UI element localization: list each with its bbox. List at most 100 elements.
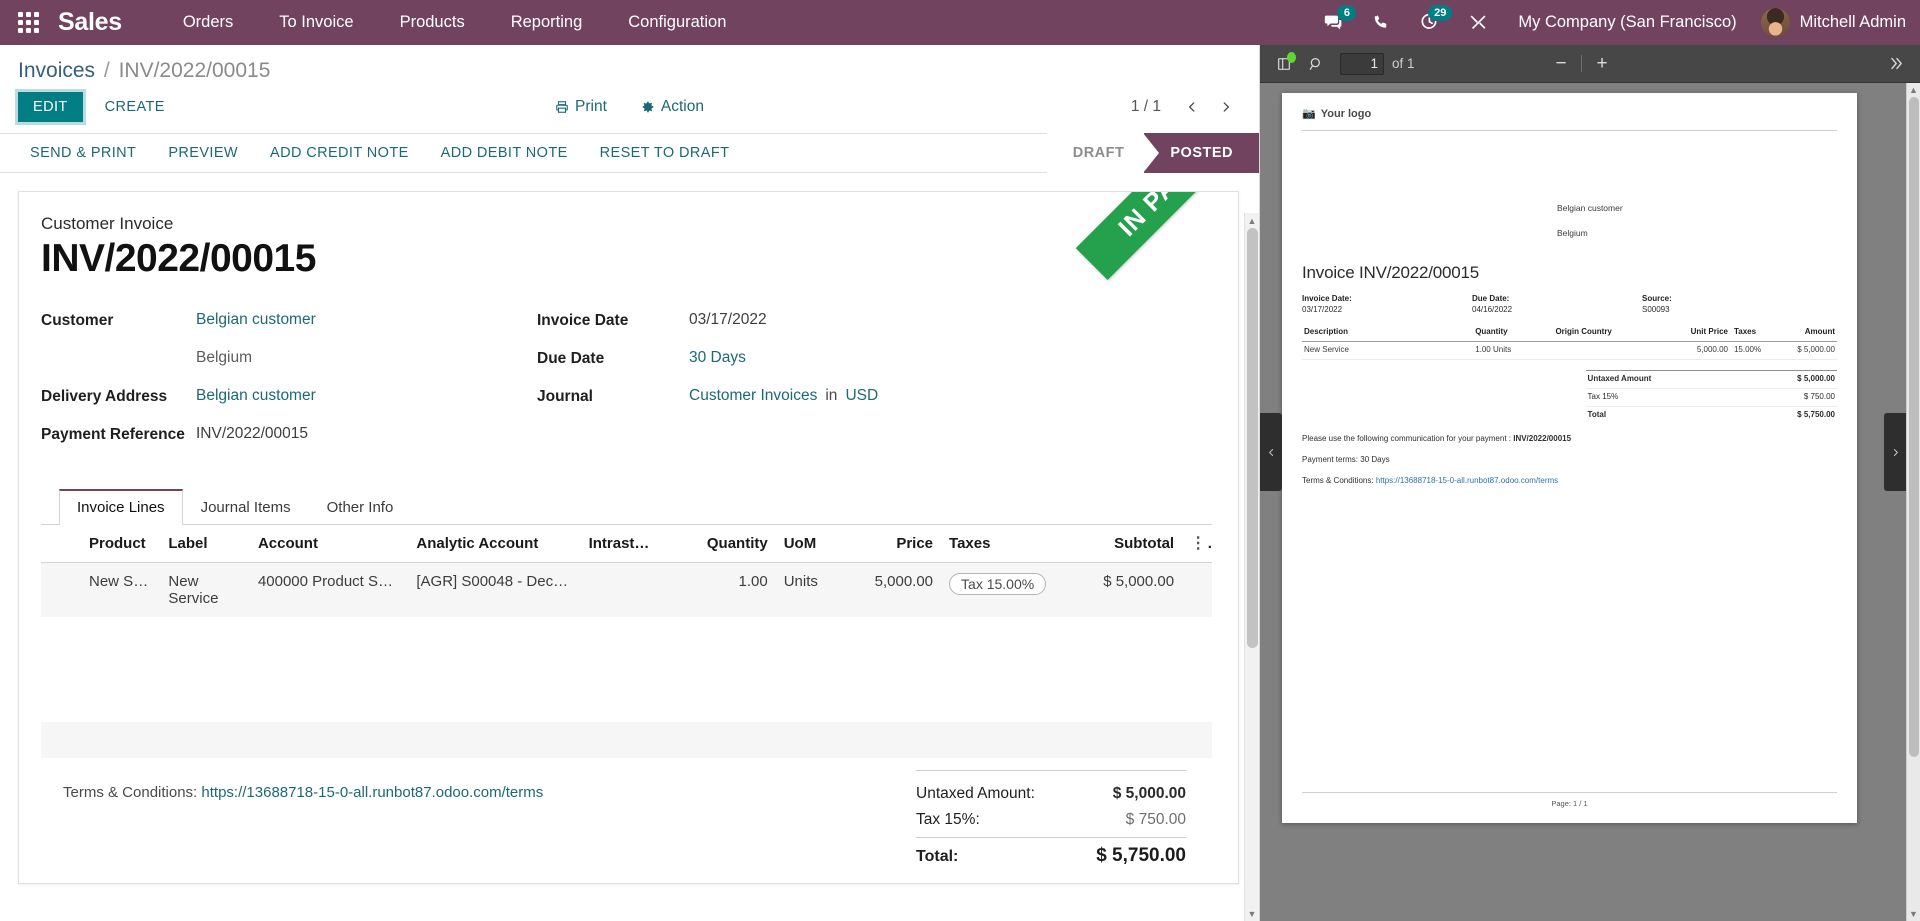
column-header-quantity[interactable]: Quantity [686,524,776,563]
cell-product[interactable]: New Service [41,562,161,617]
cell-price[interactable]: 5,000.00 [851,562,942,617]
cell-uom[interactable]: Units [775,562,852,617]
magnifier-icon[interactable] [1300,49,1332,79]
column-header-analytic-account[interactable]: Analytic Account [408,524,581,563]
lines-empty-area[interactable] [41,616,1212,722]
messages-icon[interactable]: 6 [1309,0,1358,45]
stage-posted[interactable]: POSTED [1143,133,1259,173]
app-brand-sales[interactable]: Sales [58,8,122,37]
notebook-tabs: Invoice Lines Journal Items Other Info [41,488,1212,525]
company-switcher[interactable]: My Company (San Francisco) [1502,13,1752,32]
pdf-scroll-down-arrow-icon[interactable]: ▼ [1907,907,1920,921]
cell-account[interactable]: 400000 Product Sales [249,562,409,617]
field-row-journal: Journal Customer Invoices in USD [537,387,1007,409]
add-credit-note-button[interactable]: ADD CREDIT NOTE [258,138,421,168]
pdf-column-description: Description [1302,324,1474,343]
breadcrumb-invoices[interactable]: Invoices [18,59,95,82]
pdf-toolbar: of 1 − + [1260,45,1920,83]
pager-previous-button[interactable] [1177,92,1207,122]
field-value-currency[interactable]: USD [845,387,878,405]
field-value-due-date[interactable]: 30 Days [689,349,746,367]
pager-next-button[interactable] [1211,92,1241,122]
create-button[interactable]: CREATE [91,93,179,121]
reset-to-draft-button[interactable]: RESET TO DRAFT [588,138,742,168]
field-label-due-date: Due Date [537,349,605,367]
tab-journal-items[interactable]: Journal Items [183,489,309,525]
pdf-vertical-scrollbar[interactable]: ▲ ▼ [1906,83,1920,921]
column-header-label[interactable]: Label [160,524,250,563]
zoom-out-button[interactable]: − [1546,50,1576,78]
pdf-lines-body: New Service 1.00 Units 5,000.00 15.00% $… [1302,341,1837,360]
pdf-meta-label-invoice-date: Invoice Date: [1302,293,1352,303]
send-and-print-button[interactable]: SEND & PRINT [18,138,148,168]
column-header-intrastat[interactable]: Intrast… [580,524,687,563]
pdf-scrollbar-thumb[interactable] [1909,97,1919,757]
menu-item-orders[interactable]: Orders [160,0,256,45]
invoice-lines-table: Product Label Account Analytic Account I… [41,524,1212,617]
pdf-meta-value-source: S00093 [1642,304,1670,314]
tax-badge[interactable]: Tax 15.00% [949,572,1047,595]
double-chevron-right-icon[interactable] [1880,49,1912,79]
activities-clock-icon[interactable]: 29 [1405,0,1454,45]
pdf-page-number-input[interactable] [1340,52,1384,75]
kebab-menu-icon[interactable]: ⋮ [1190,535,1212,552]
debug-tools-icon[interactable] [1454,0,1502,45]
field-value-customer[interactable]: Belgian customer [196,311,316,329]
menu-item-to-invoice[interactable]: To Invoice [256,0,376,45]
zoom-in-button[interactable]: + [1587,50,1617,78]
user-menu[interactable]: Mitchell Admin [1753,8,1906,37]
pdf-scroll-up-arrow-icon[interactable]: ▲ [1907,83,1920,97]
column-header-taxes[interactable]: Taxes [941,524,1077,563]
menu-item-reporting[interactable]: Reporting [488,0,606,45]
pdf-viewport[interactable]: 📷 Your logo Belgian customer Belgium Inv… [1260,83,1920,921]
cell-quantity[interactable]: 1.00 [686,562,776,617]
form-fields-grid: Customer Belgian customer Belgium Delive… [41,311,1212,463]
scrollbar-thumb[interactable] [1247,228,1258,648]
field-value-journal[interactable]: Customer Invoices [689,387,817,405]
add-debit-note-button[interactable]: ADD DEBIT NOTE [429,138,580,168]
cell-intrastat[interactable] [580,562,687,617]
edit-button[interactable]: EDIT [15,89,86,125]
column-options-toggle[interactable]: ⋮ [1182,524,1212,563]
column-header-price[interactable]: Price [851,524,942,563]
pdf-zoom-controls: − + [1546,50,1617,78]
column-header-account[interactable]: Account [249,524,409,563]
table-row[interactable]: New Service New Service 400000 Product S… [41,562,1212,617]
print-button[interactable]: Print [551,93,611,121]
control-panel-center-actions: Print Action [0,93,1259,121]
cell-label[interactable]: New Service [160,562,250,617]
pdf-collapse-left-handle[interactable] [1260,413,1282,491]
pdf-total-label-grand: Total [1585,405,1741,424]
pdf-note-terms-link[interactable]: https://13688718-15-0-all.runbot87.odoo.… [1376,476,1558,485]
stage-draft[interactable]: DRAFT [1046,133,1145,173]
pdf-collapse-right-handle[interactable] [1884,413,1906,491]
preview-button[interactable]: PREVIEW [156,138,250,168]
pdf-column-unit-price: Unit Price [1665,324,1730,343]
notebook: Invoice Lines Journal Items Other Info P… [41,488,1212,758]
pdf-address-line-2: Belgium [1557,228,1588,239]
tab-invoice-lines[interactable]: Invoice Lines [59,488,183,525]
totals-block: Untaxed Amount: $ 5,000.00 Tax 15%: $ 75… [916,769,1186,871]
table-header-row: Product Label Account Analytic Account I… [41,524,1212,563]
pdf-totals-table: Untaxed Amount $ 5,000.00 Tax 15% $ 750.… [1585,369,1837,424]
form-vertical-scrollbar[interactable]: ▲ ▼ [1244,213,1259,921]
action-button[interactable]: Action [637,93,708,121]
column-header-subtotal[interactable]: Subtotal [1076,524,1183,563]
cell-taxes[interactable]: Tax 15.00% [941,562,1077,617]
pdf-meta-value-due-date: 04/16/2022 [1472,304,1513,314]
menu-item-products[interactable]: Products [377,0,488,45]
field-value-delivery-address[interactable]: Belgian customer [196,387,316,405]
scroll-down-arrow-icon[interactable]: ▼ [1245,906,1259,921]
sidebar-toggle-icon[interactable] [1268,49,1300,79]
phone-icon[interactable] [1358,0,1405,45]
column-header-uom[interactable]: UoM [775,524,852,563]
tab-other-info[interactable]: Other Info [309,489,412,525]
pdf-cell-description: New Service [1302,341,1474,360]
cell-analytic-account[interactable]: [AGR] S00048 - Deco … [408,562,581,617]
apps-grid-icon[interactable] [18,11,40,34]
field-row-invoice-date: Invoice Date 03/17/2022 [537,311,1007,333]
scroll-up-arrow-icon[interactable]: ▲ [1245,213,1259,228]
column-header-product[interactable]: Product [41,524,161,563]
terms-link[interactable]: https://13688718-15-0-all.runbot87.odoo.… [201,784,543,801]
menu-item-configuration[interactable]: Configuration [605,0,749,45]
